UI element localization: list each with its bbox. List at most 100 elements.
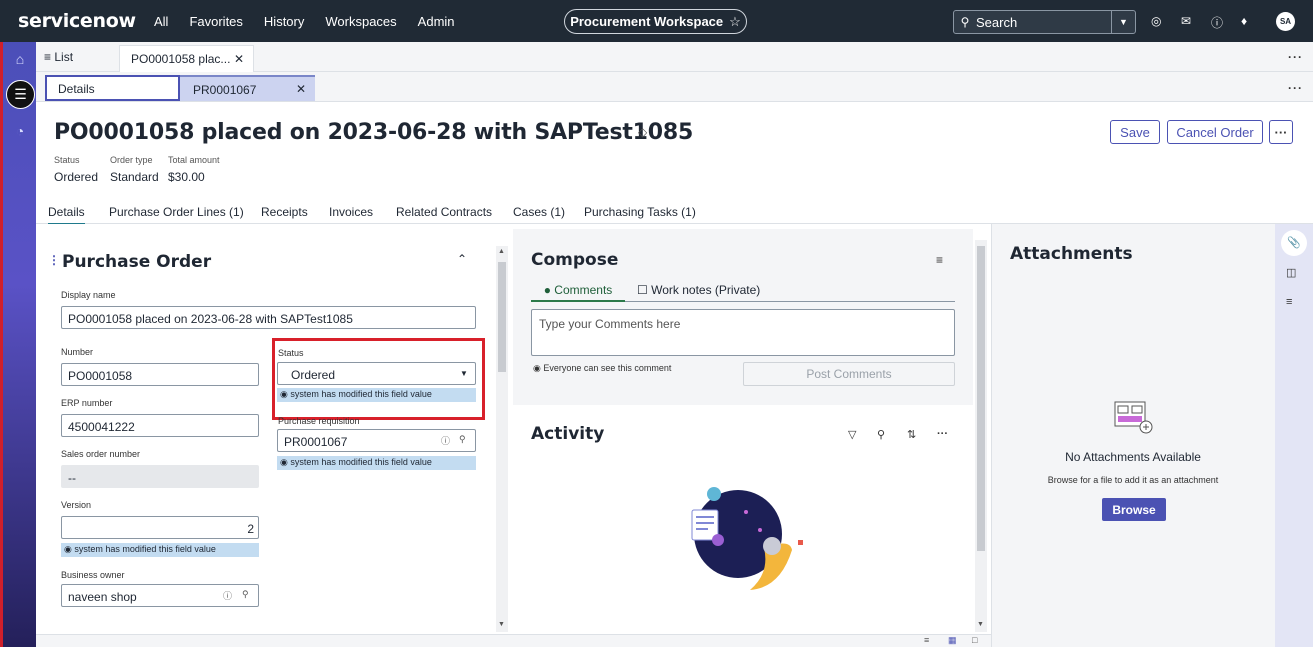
dashboard-icon[interactable]: ◔ <box>9 120 31 142</box>
more-icon[interactable]: ··· <box>1288 50 1303 64</box>
bottom-bar: ≡ ▦ □ <box>36 634 991 647</box>
settings-sliders-icon[interactable]: ≡ <box>936 253 943 267</box>
menu-favorites[interactable]: Favorites <box>189 14 242 29</box>
globe-icon[interactable]: ◎ <box>1151 14 1161 28</box>
scroll-down-icon[interactable]: ▼ <box>977 621 984 628</box>
meta-total: Total amount $30.00 <box>168 155 220 184</box>
sales-order-field: -- <box>61 465 259 488</box>
paperclip-icon[interactable]: 📎 <box>1281 230 1307 256</box>
visibility-note-text: Everyone can see this comment <box>543 363 672 373</box>
activity-scrollbar[interactable]: ▼ <box>975 240 987 632</box>
erp-number-label: ERP number <box>61 398 113 408</box>
business-owner-label: Business owner <box>61 570 125 580</box>
meta-value: $30.00 <box>168 170 205 184</box>
workspace-pill[interactable]: Procurement Workspace ☆ <box>564 9 747 34</box>
people-icon: ● <box>543 283 551 297</box>
menu-history[interactable]: History <box>264 14 304 29</box>
scroll-up-icon[interactable]: ▲ <box>498 248 505 255</box>
info-icon: ◉ <box>280 457 288 467</box>
cancel-order-button[interactable]: Cancel Order <box>1167 120 1263 144</box>
subtab-details[interactable]: Details <box>45 75 180 101</box>
version-field[interactable]: 2 <box>61 516 259 539</box>
record-tab[interactable]: PO0001058 plac... ✕ <box>119 45 254 72</box>
tab-details[interactable]: Details <box>48 205 85 225</box>
section-tabs: Details Purchase Order Lines (1) Receipt… <box>36 200 1313 225</box>
more-icon[interactable]: ··· <box>1288 81 1303 95</box>
purchase-requisition-value: PR0001067 <box>284 435 348 449</box>
sort-icon[interactable]: ⇅ <box>907 428 916 441</box>
search-dropdown-icon[interactable]: ▼ <box>1111 11 1135 33</box>
search-icon: ⚲ <box>960 15 970 29</box>
menu-all[interactable]: All <box>154 14 168 29</box>
menu-workspaces[interactable]: Workspaces <box>325 14 396 29</box>
layout-split-icon[interactable]: ▦ <box>948 635 957 646</box>
tab-invoices[interactable]: Invoices <box>329 205 373 219</box>
search-icon[interactable]: ⚲ <box>459 434 466 445</box>
bell-icon[interactable]: ♦ <box>1241 14 1247 28</box>
help-icon[interactable]: ⓘ <box>1211 14 1223 31</box>
modified-note-text: system has modified this field value <box>74 544 216 554</box>
tab-worknotes[interactable]: ☐ Work notes (Private) <box>637 283 760 297</box>
attachment-empty-icon <box>1114 401 1153 434</box>
servicenow-logo[interactable]: servicenow <box>18 10 138 32</box>
star-icon[interactable]: ☆ <box>729 14 741 30</box>
drag-handle-icon[interactable]: ⋮ <box>48 253 60 267</box>
business-owner-field[interactable]: naveen shop ⓘ ⚲ <box>61 584 259 607</box>
number-label: Number <box>61 347 94 357</box>
filter-icon[interactable]: ▽ <box>848 428 856 441</box>
comment-input[interactable]: Type your Comments here <box>531 309 955 356</box>
avatar[interactable]: SA <box>1276 12 1295 31</box>
eye-icon: ◉ <box>533 363 541 373</box>
close-icon[interactable]: ✕ <box>296 82 306 96</box>
display-name-field[interactable]: PO0001058 placed on 2023-06-28 with SAPT… <box>61 306 476 329</box>
menu-lines-icon: ≡ <box>44 50 52 64</box>
form-scrollbar[interactable]: ▲ ▼ <box>496 246 508 632</box>
purchase-requisition-field[interactable]: PR0001067 ⓘ ⚲ <box>277 429 476 452</box>
home-icon[interactable]: ⌂ <box>9 48 31 70</box>
meta-label: Status <box>54 155 80 165</box>
layout-full-icon[interactable]: □ <box>972 635 977 645</box>
browse-button[interactable]: Browse <box>1102 498 1166 521</box>
scroll-down-icon[interactable]: ▼ <box>498 621 505 628</box>
scrollbar-thumb[interactable] <box>977 246 985 551</box>
meta-label: Order type <box>110 155 153 165</box>
meta-value: Ordered <box>54 170 99 184</box>
layout-list-icon[interactable]: ≡ <box>924 635 929 645</box>
more-actions-button[interactable]: ··· <box>1269 120 1293 144</box>
subtab-pr[interactable]: PR0001067 ✕ <box>180 75 315 101</box>
tab-purchase-order-lines[interactable]: Purchase Order Lines (1) <box>109 205 244 219</box>
close-icon[interactable]: ✕ <box>234 52 244 66</box>
chat-icon[interactable]: ✉ <box>1181 14 1191 28</box>
tag-icon[interactable]: ◇ <box>638 125 647 139</box>
list-lines-icon[interactable]: ≡ <box>1286 296 1292 308</box>
main-menu: All Favorites History Workspaces Admin <box>154 14 476 29</box>
visibility-note: ◉ Everyone can see this comment <box>533 363 671 374</box>
chevron-up-icon[interactable]: ⌃ <box>457 252 467 266</box>
scrollbar-thumb[interactable] <box>498 262 506 372</box>
number-field[interactable]: PO0001058 <box>61 363 259 386</box>
tab-related-contracts[interactable]: Related Contracts <box>396 205 492 219</box>
more-icon[interactable]: ··· <box>937 428 948 440</box>
modified-note: ◉ system has modified this field value <box>277 456 476 470</box>
modified-note-text: system has modified this field value <box>290 457 432 467</box>
info-icon[interactable]: ⓘ <box>441 434 450 447</box>
document-icon[interactable]: ◫ <box>1286 266 1296 279</box>
list-icon[interactable]: ☰ <box>6 80 35 109</box>
tab-comments[interactable]: ● Comments <box>531 283 625 302</box>
tab-receipts[interactable]: Receipts <box>261 205 308 219</box>
search-icon[interactable]: ⚲ <box>877 428 885 441</box>
post-comments-button[interactable]: Post Comments <box>743 362 955 386</box>
erp-number-field[interactable]: 4500041222 <box>61 414 259 437</box>
attachments-title: Attachments <box>1010 244 1133 264</box>
menu-admin[interactable]: Admin <box>418 14 455 29</box>
search-label: Search <box>976 14 1018 30</box>
workspace-tabs: ≡ List PO0001058 plac... ✕ ··· <box>36 42 1313 72</box>
search-icon[interactable]: ⚲ <box>242 589 249 600</box>
tab-purchasing-tasks[interactable]: Purchasing Tasks (1) <box>584 205 696 219</box>
contextual-sidebar: 📎 ◫ ≡ <box>1275 224 1313 647</box>
info-icon[interactable]: ⓘ <box>223 589 232 602</box>
global-search[interactable]: ⚲ Search ▼ <box>953 10 1136 34</box>
save-button[interactable]: Save <box>1110 120 1160 144</box>
list-tab[interactable]: ≡ List <box>44 50 73 64</box>
tab-cases[interactable]: Cases (1) <box>513 205 565 219</box>
